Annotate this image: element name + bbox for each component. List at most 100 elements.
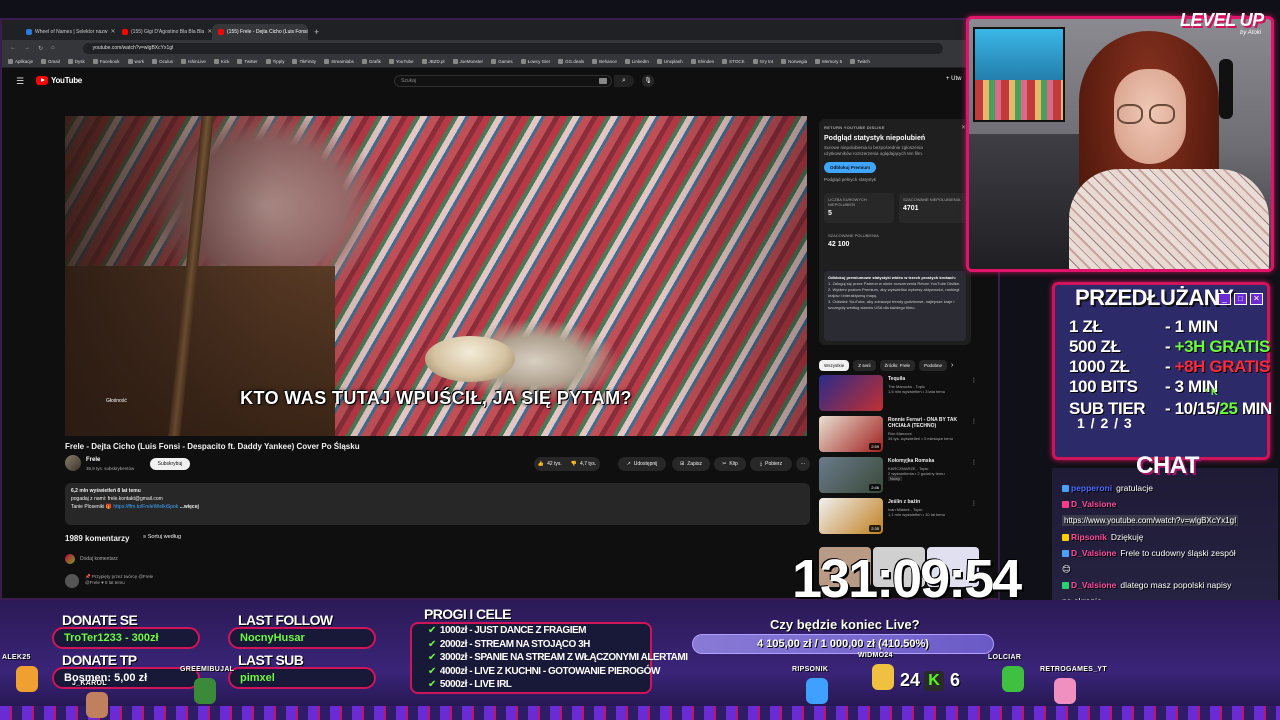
youtube-logo[interactable]: YouTube	[36, 76, 82, 85]
bookmark-item[interactable]: Gry tnt	[752, 59, 773, 64]
recommendation-item[interactable]: 2:46 Kołomyjka Romska KARCZMARZE - Topic 2 …	[819, 457, 979, 495]
browser-tab[interactable]: (155) Gigi D'Agostino Bla Bla Bla ✕	[116, 24, 212, 40]
bookmark-item[interactable]: Shinden	[690, 59, 714, 64]
clip-button[interactable]: ✂ Klip	[714, 457, 746, 471]
bookmark-item[interactable]: Unsplash	[656, 59, 683, 64]
add-comment-input[interactable]: Dodaj komentarz	[80, 556, 118, 562]
unlock-premium-button[interactable]: Odblokuj Premium	[824, 162, 877, 173]
recommendation-title[interactable]: Jeślin z bażin	[888, 499, 970, 505]
bookmark-item[interactable]: Streamlabs	[324, 59, 354, 64]
keyboard-icon[interactable]	[599, 78, 607, 84]
recommendation-title[interactable]: Ronnie Ferrari - ONA BY TAK CHCIAŁA (TEC…	[888, 417, 970, 429]
bookmark-item[interactable]: Games	[491, 59, 513, 64]
channel-name[interactable]: Frele	[86, 457, 100, 463]
video-player[interactable]: KTO WAS TUTAJ WPUŚCIŁ, JA SIĘ PYTAM? Gło…	[65, 116, 807, 436]
chat-username[interactable]: Ripsonik	[1071, 532, 1107, 542]
bookmark-item[interactable]: Grafik	[361, 59, 381, 64]
bookmark-icon	[8, 59, 13, 64]
bookmark-item[interactable]: Kick	[213, 59, 229, 64]
search-button[interactable]: ⌕	[614, 75, 634, 87]
bookmark-item[interactable]: Facebook	[92, 59, 120, 64]
browser-tab-active[interactable]: (155) Frele - Dejta Cicho (Luis Fonsi✕	[212, 24, 308, 40]
chip-similar[interactable]: Podobne	[919, 360, 948, 371]
bookmark-item[interactable]: Twitter	[237, 59, 258, 64]
description-stats: 6,2 mln wyświetleń 8 lat temu	[71, 488, 141, 494]
full-stats-link[interactable]: Podgląd pełnych statystyk	[824, 177, 966, 182]
bookmark-item[interactable]: JBZD.pl	[421, 59, 445, 64]
channel-avatar[interactable]	[65, 455, 81, 471]
recommendation-title[interactable]: Tequila	[888, 376, 970, 382]
bookmark-item[interactable]: Norwegia	[781, 59, 807, 64]
more-vert-icon[interactable]: ⋮	[971, 500, 977, 507]
chat-username[interactable]: pepperoni	[1071, 483, 1112, 493]
rule-bonus: +3H GRATIS	[1174, 337, 1271, 356]
recommendation-thumbnail[interactable]: 2:46	[819, 457, 883, 493]
bookmark-label: YouTube	[395, 59, 414, 64]
bookmark-item[interactable]: IshinLive	[181, 59, 206, 64]
home-icon[interactable]: ⌂	[51, 45, 55, 51]
browser-tab[interactable]: Wheel of Names | Selektor nazw ✕	[20, 24, 116, 40]
chat-message: 😊	[1062, 564, 1071, 575]
sort-comments-button[interactable]: ≡ Sortuj według	[143, 534, 181, 540]
create-button[interactable]: + Utw	[946, 76, 962, 82]
chat-username[interactable]: D_Valsione	[1071, 548, 1116, 558]
bookmark-item[interactable]: Aplikacje	[8, 59, 33, 64]
close-tab-icon[interactable]: ✕	[110, 24, 115, 40]
description-more-link[interactable]: ...więcej	[180, 504, 199, 510]
chevron-right-icon[interactable]: ›	[951, 362, 953, 369]
bookmark-item[interactable]: Behance	[592, 59, 617, 64]
bookmark-item[interactable]: STOCK	[722, 59, 745, 64]
share-button[interactable]: ↗ Udostępnij	[618, 457, 666, 471]
bookmark-item[interactable]: Gmail	[41, 59, 60, 64]
bookmark-item[interactable]: Oculus	[152, 59, 173, 64]
chat-message: https://www.youtube.com/watch?v=wlgBXcYx…	[1062, 515, 1239, 527]
like-dislike-button[interactable]: 👍 42 tys. 👎 4,7 tys.	[534, 457, 600, 471]
like-count: 42 tys.	[547, 461, 562, 467]
reload-icon[interactable]: ↻	[38, 45, 43, 52]
goals-title: PROGI I CELE	[424, 606, 512, 622]
more-actions-button[interactable]: ⋯	[796, 457, 810, 471]
bookmark-item[interactable]: Memory 5	[815, 59, 842, 64]
recommendation-thumbnail[interactable]	[819, 375, 883, 411]
back-icon[interactable]: ←	[10, 45, 16, 51]
chip-all[interactable]: Wszystkie	[819, 360, 850, 371]
bookmark-item[interactable]: Tipply	[265, 59, 284, 64]
subscribe-button[interactable]: Subskrybuj	[150, 458, 190, 470]
new-tab-button[interactable]: +	[308, 24, 325, 40]
bookmark-item[interactable]: YouTube	[388, 59, 414, 64]
more-vert-icon[interactable]: ⋮	[971, 418, 977, 425]
bookmark-item[interactable]: JoeMonster	[452, 59, 483, 64]
chip-series[interactable]: Z serii	[853, 360, 876, 371]
chat-badge-icon	[1062, 550, 1069, 558]
more-vert-icon[interactable]: ⋮	[971, 459, 977, 466]
bookmark-item[interactable]: GG.deals	[558, 59, 584, 64]
chat-username[interactable]: D_Valsione	[1071, 580, 1116, 590]
chat-username[interactable]: D_Valsione	[1071, 499, 1116, 509]
save-button[interactable]: ⊞ Zapisz	[672, 457, 710, 471]
more-vert-icon[interactable]: ⋮	[971, 377, 977, 384]
add-comment-row[interactable]: Dodaj komentarz	[65, 554, 118, 564]
viewer-character-sprite	[86, 692, 108, 718]
recommendation-item[interactable]: 2:59 Ronnie Ferrari - ONA BY TAK CHCIAŁA …	[819, 416, 979, 454]
search-input[interactable]: Szukaj	[394, 75, 612, 87]
chip-source[interactable]: Źródło: Frele	[879, 360, 916, 371]
menu-icon[interactable]: ☰	[16, 76, 24, 87]
bookmark-item[interactable]: TikFinity	[292, 59, 316, 64]
video-description[interactable]: 6,2 mln wyświetleń 8 lat temu pogadaj z …	[65, 483, 810, 525]
recommendation-item[interactable]: Tequila The Manocks - Topic 1,5 mln wyświe…	[819, 375, 979, 413]
recommendation-thumbnail[interactable]: 2:59	[819, 416, 883, 452]
recommendation-thumbnail[interactable]: 2:35	[819, 498, 883, 534]
related-filter-chips: Wszystkie Z serii Źródło: Frele Podobne …	[819, 360, 953, 371]
bookmark-item[interactable]: Dysk	[67, 59, 85, 64]
bookmark-item[interactable]: LinkedIn	[624, 59, 649, 64]
url-input[interactable]: youtube.com/watch?v=wlgBXcYx1gI	[82, 42, 943, 54]
recommendation-title[interactable]: Kołomyjka Romska	[888, 458, 970, 464]
bookmark-item[interactable]: Łowcy Gier	[520, 59, 550, 64]
recommendation-item[interactable]: 2:35 Jeślin z bażin Ivan Mládek - Topic 1,1…	[819, 498, 979, 536]
forward-icon[interactable]: →	[24, 45, 30, 51]
bookmark-item[interactable]: work	[127, 59, 144, 64]
download-button[interactable]: ⤓ Pobierz	[750, 457, 792, 471]
bookmark-item[interactable]: Twitch	[850, 59, 870, 64]
mic-icon[interactable]: 🎙	[642, 75, 654, 87]
description-link[interactable]: https://ffm.to/FreleWielkiSpok	[113, 504, 178, 510]
